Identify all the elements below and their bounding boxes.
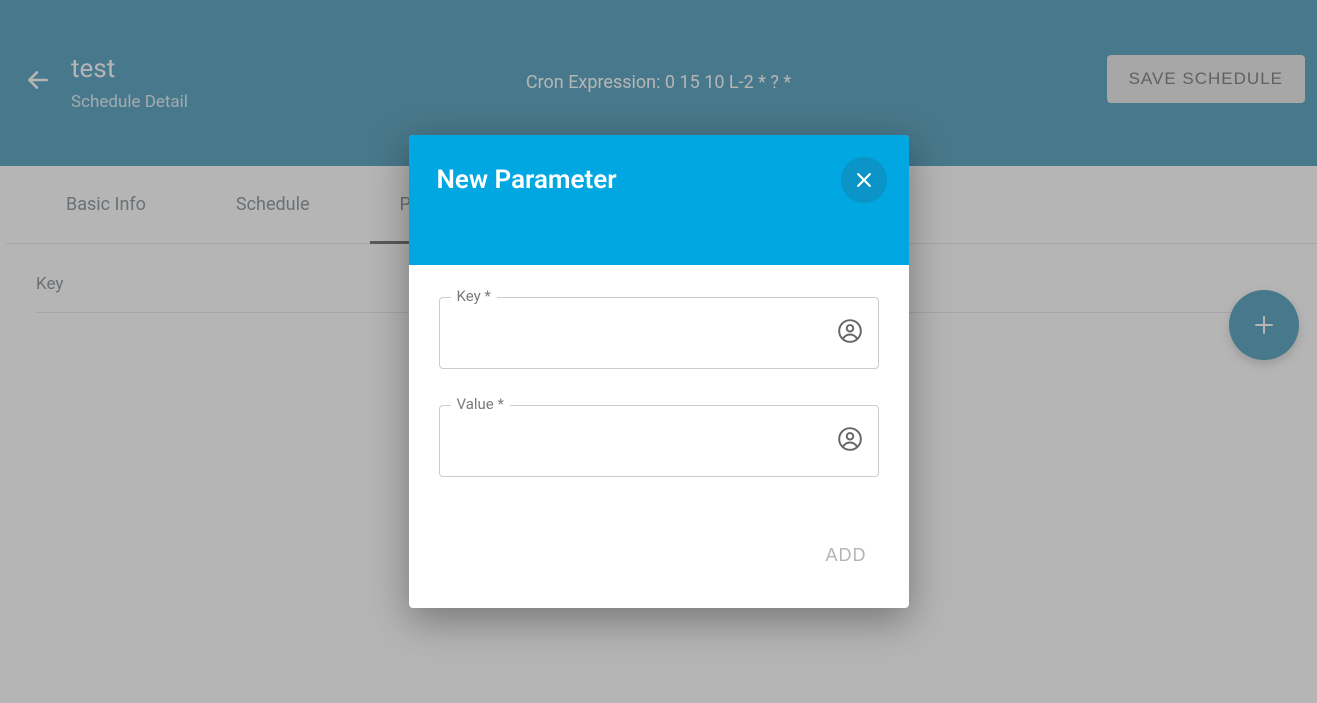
dialog-footer: ADD — [409, 523, 909, 608]
dialog-title: New Parameter — [437, 165, 881, 195]
close-dialog-button[interactable] — [841, 157, 887, 203]
new-parameter-dialog: New Parameter Key * Value * ADD — [409, 135, 909, 608]
close-icon — [854, 170, 874, 190]
person-icon — [837, 426, 863, 456]
dialog-header: New Parameter — [409, 135, 909, 265]
value-field-wrapper: Value * — [439, 405, 879, 477]
add-button[interactable]: ADD — [813, 535, 878, 576]
key-field-label: Key * — [451, 287, 497, 305]
dialog-body: Key * Value * — [409, 265, 909, 523]
key-field-wrapper: Key * — [439, 297, 879, 369]
value-input[interactable] — [439, 405, 879, 477]
modal-overlay[interactable]: New Parameter Key * Value * ADD — [0, 0, 1317, 703]
key-input[interactable] — [439, 297, 879, 369]
person-icon — [837, 318, 863, 348]
value-field-label: Value * — [451, 395, 510, 413]
